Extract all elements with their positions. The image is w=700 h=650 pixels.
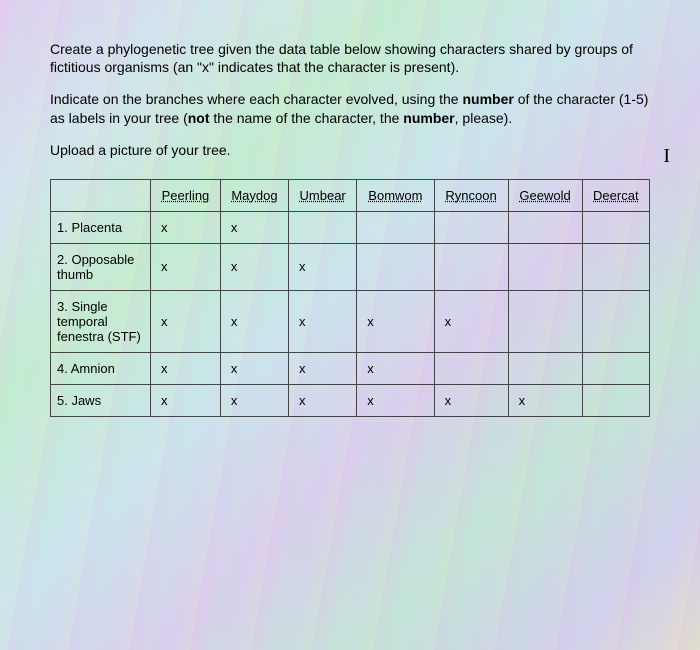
row-label: 3. Single temporal fenestra (STF)	[51, 290, 151, 352]
table-row: 1. Placentaxx	[51, 211, 650, 243]
header-empty	[51, 179, 151, 211]
table-cell	[508, 211, 582, 243]
header-peerling: Peerling	[151, 179, 221, 211]
table-cell: x	[357, 384, 434, 416]
table-cell	[582, 352, 649, 384]
row-label: 1. Placenta	[51, 211, 151, 243]
table-cell: x	[357, 290, 434, 352]
text-cursor-icon: I	[663, 145, 670, 168]
table-cell	[582, 290, 649, 352]
row-label: 2. Opposable thumb	[51, 243, 151, 290]
header-umbear: Umbear	[289, 179, 357, 211]
table-cell: x	[220, 243, 288, 290]
table-cell	[289, 211, 357, 243]
table-row: 5. Jawsxxxxxx	[51, 384, 650, 416]
header-bomwom: Bomwom	[357, 179, 434, 211]
table-cell: x	[434, 384, 508, 416]
p2-part-g: , please).	[455, 110, 513, 126]
table-cell: x	[220, 211, 288, 243]
row-label: 5. Jaws	[51, 384, 151, 416]
table-cell: x	[151, 352, 221, 384]
table-cell	[434, 243, 508, 290]
instruction-paragraph-2: Indicate on the branches where each char…	[50, 90, 650, 126]
table-cell: x	[151, 243, 221, 290]
character-table: Peerling Maydog Umbear Bomwom Ryncoon Ge…	[50, 179, 650, 417]
table-cell	[508, 352, 582, 384]
table-cell: x	[151, 290, 221, 352]
p2-part-e: the name of the character, the	[210, 110, 404, 126]
header-geewold: Geewold	[508, 179, 582, 211]
table-cell: x	[151, 211, 221, 243]
instruction-paragraph-3: Upload a picture of your tree.	[50, 141, 650, 159]
table-cell	[357, 211, 434, 243]
header-deercat: Deercat	[582, 179, 649, 211]
table-cell	[508, 243, 582, 290]
p2-part-a: Indicate on the branches where each char…	[50, 91, 462, 107]
table-row: 4. Amnionxxxx	[51, 352, 650, 384]
table-cell	[582, 384, 649, 416]
table-cell	[582, 211, 649, 243]
header-ryncoon: Ryncoon	[434, 179, 508, 211]
table-cell	[434, 211, 508, 243]
table-cell	[434, 352, 508, 384]
table-cell	[357, 243, 434, 290]
table-cell: x	[289, 243, 357, 290]
table-header-row: Peerling Maydog Umbear Bomwom Ryncoon Ge…	[51, 179, 650, 211]
table-cell: x	[289, 384, 357, 416]
table-cell: x	[289, 290, 357, 352]
row-label: 4. Amnion	[51, 352, 151, 384]
table-cell	[582, 243, 649, 290]
table-cell	[508, 290, 582, 352]
instruction-paragraph-1: Create a phylogenetic tree given the dat…	[50, 40, 650, 76]
table-cell: x	[151, 384, 221, 416]
table-cell: x	[357, 352, 434, 384]
p2-bold-number-1: number	[462, 91, 513, 107]
table-cell: x	[508, 384, 582, 416]
p2-bold-not: not	[188, 110, 210, 126]
table-cell: x	[289, 352, 357, 384]
table-row: 3. Single temporal fenestra (STF)xxxxx	[51, 290, 650, 352]
p2-bold-number-2: number	[403, 110, 454, 126]
table-row: 2. Opposable thumbxxx	[51, 243, 650, 290]
table-cell: x	[220, 290, 288, 352]
table-body: 1. Placentaxx2. Opposable thumbxxx3. Sin…	[51, 211, 650, 416]
table-cell: x	[220, 352, 288, 384]
header-maydog: Maydog	[220, 179, 288, 211]
table-cell: x	[434, 290, 508, 352]
table-cell: x	[220, 384, 288, 416]
